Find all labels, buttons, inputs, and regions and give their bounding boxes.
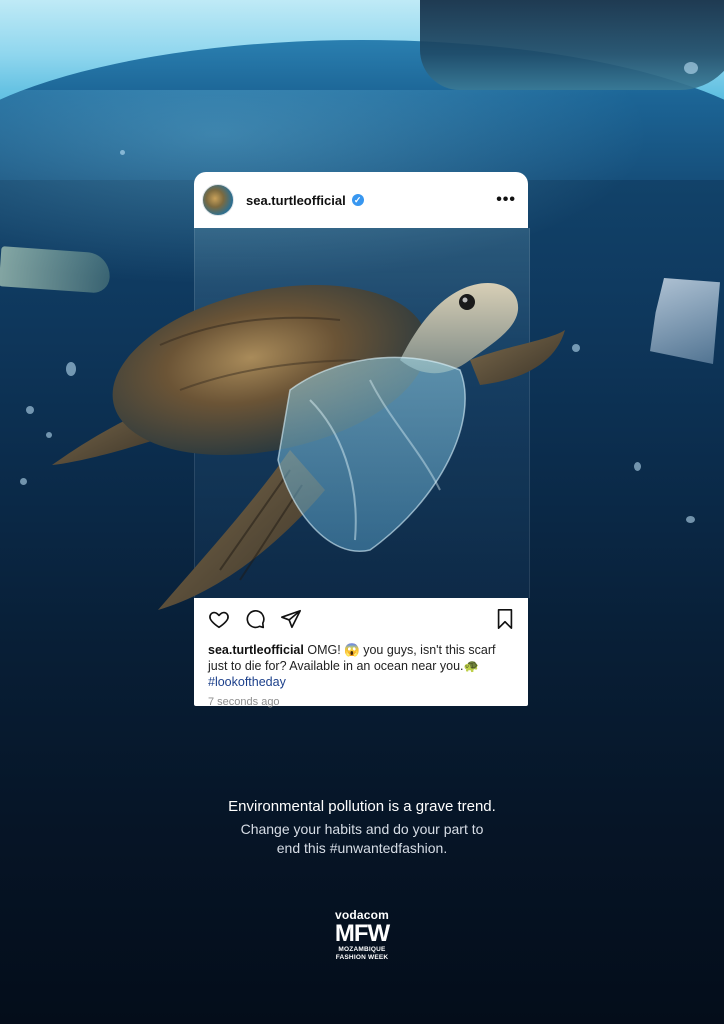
more-options-icon[interactable]: ••• (496, 191, 516, 209)
post-caption: sea.turtleofficial OMG! 😱 you guys, isn'… (208, 642, 516, 690)
verified-badge-icon: ✓ (351, 194, 364, 206)
logo-line-2: FASHION WEEK (335, 954, 389, 961)
mfw-logo: vodacom MFW MOZAMBIQUE FASHION WEEK (322, 908, 402, 962)
sea-turtle-image (52, 282, 565, 610)
avatar[interactable] (202, 184, 234, 216)
heart-icon[interactable] (208, 608, 230, 630)
comment-icon[interactable] (244, 608, 266, 630)
caption-username[interactable]: sea.turtleofficial (208, 643, 304, 657)
bubble (20, 478, 27, 485)
post-username[interactable]: sea.turtleofficial (246, 193, 346, 208)
bubble (26, 406, 34, 414)
bubble (684, 62, 698, 74)
post-actions (208, 606, 516, 632)
bubble (634, 462, 641, 471)
subline: Change your habits and do your part to e… (0, 820, 724, 858)
bubble (120, 150, 125, 155)
bubble (686, 516, 695, 523)
post-footer: sea.turtleofficial OMG! 😱 you guys, isn'… (194, 598, 528, 708)
bookmark-icon[interactable] (494, 608, 516, 630)
post-timestamp: 7 seconds ago (208, 696, 280, 708)
headline: Environmental pollution is a grave trend… (228, 798, 496, 815)
poster: sea.turtleofficial ✓ ••• sea.turtleoffic… (0, 0, 724, 1024)
logo-line-1: MOZAMBIQUE (338, 946, 386, 953)
boat-hull (420, 0, 724, 90)
caption-hashtag[interactable]: #lookoftheday (208, 675, 286, 689)
post-header: sea.turtleofficial ✓ ••• (194, 172, 528, 228)
logo-mark: MFW (334, 920, 390, 947)
share-icon[interactable] (280, 608, 302, 630)
subline-line-2: end this #unwantedfashion. (276, 840, 448, 856)
subline-line-1: Change your habits and do your part to (240, 821, 484, 837)
